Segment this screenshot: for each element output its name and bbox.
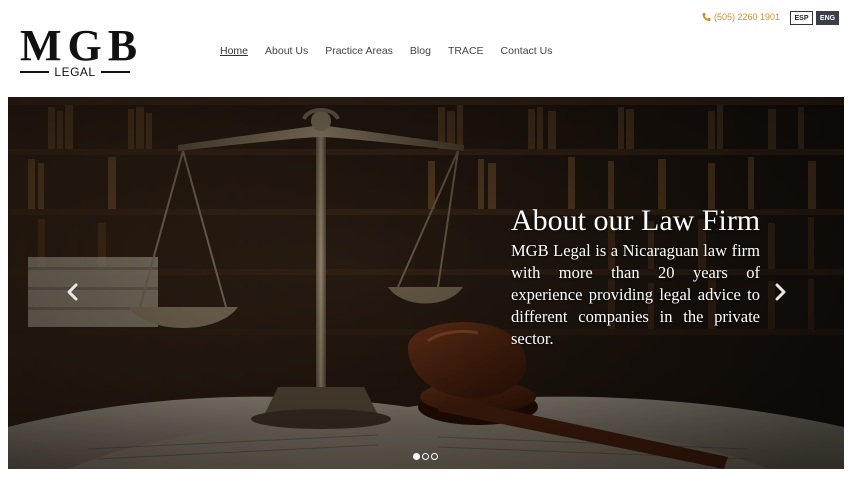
carousel-prev-button[interactable] [65,283,81,301]
logo[interactable]: MGB LEGAL [20,21,144,80]
logo-legal: LEGAL [54,65,96,79]
logo-mgb: MGB [20,21,144,70]
nav-practice-areas[interactable]: Practice Areas [325,45,393,57]
nav-blog[interactable]: Blog [410,45,431,57]
phone-number: (505) 2260 1901 [714,12,781,22]
phone-link[interactable]: (505) 2260 1901 [702,12,780,22]
phone-icon [702,12,711,22]
lang-esp-button[interactable]: ESP [790,11,813,25]
nav-contact-us[interactable]: Contact Us [501,45,553,57]
lang-eng-button[interactable]: ENG [816,11,839,25]
page: MGB LEGAL Home About Us Practice Areas B… [0,0,852,479]
logo-line-right [100,71,130,73]
hero-text: About our Law Firm MGB Legal is a Nicara… [511,204,760,350]
hero-carousel: About our Law Firm MGB Legal is a Nicara… [8,97,844,469]
carousel-indicators [413,453,438,460]
main-nav: Home About Us Practice Areas Blog TRACE … [220,45,569,57]
carousel-next-button[interactable] [772,283,788,301]
chevron-left-icon [67,283,78,301]
carousel-dot-2[interactable] [422,453,429,460]
logo-line-left [20,71,50,73]
chevron-right-icon [775,283,786,301]
hero-body: MGB Legal is a Nicaraguan law firm with … [511,241,760,348]
logo-legal-row: LEGAL [20,65,130,79]
nav-trace[interactable]: TRACE [448,45,484,57]
hero-title: About our Law Firm [511,204,761,237]
carousel-dot-3[interactable] [431,453,438,460]
nav-about-us[interactable]: About Us [265,45,308,57]
nav-home[interactable]: Home [220,45,248,57]
carousel-dot-1[interactable] [413,453,420,460]
